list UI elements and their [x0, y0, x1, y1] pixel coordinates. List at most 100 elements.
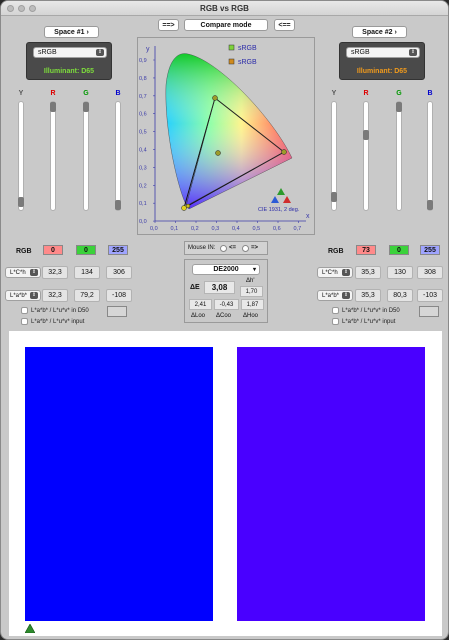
slider-thumb[interactable] — [115, 200, 121, 210]
y-axis-label: y — [146, 46, 150, 53]
x-tick-label: 0,2 — [191, 226, 199, 232]
space2-lch-c[interactable]: 130 — [387, 266, 413, 279]
mouse-left-radio[interactable] — [220, 245, 227, 252]
space2-g-value[interactable]: 0 — [389, 245, 409, 255]
space2-slider-label-r: R — [363, 90, 369, 97]
space2-lch-select[interactable]: L*C*h ⇕ — [317, 267, 353, 278]
space1-slider-label-b: B — [115, 90, 121, 97]
space1-lab-b[interactable]: -108 — [106, 289, 132, 302]
space2-lch-select-value: L*C*h — [322, 270, 338, 276]
space1-input-checkbox[interactable] — [21, 318, 28, 325]
space1-d50-label: L*a*b* / L*u*v* in D50 — [31, 308, 89, 314]
x-tick-label: 0,1 — [171, 226, 179, 232]
x-tick-label: 0,7 — [294, 226, 302, 232]
space1-profile-panel: sRGB ⇕ Illuminant: D65 — [26, 42, 112, 80]
space2-slider-y[interactable] — [331, 101, 337, 211]
title-bar: RGB vs RGB — [1, 1, 448, 16]
space1-rgb-label: RGB — [16, 248, 32, 255]
space2-button[interactable]: Space #2 › — [352, 26, 407, 38]
compare-mode-button[interactable]: Compare mode — [184, 19, 268, 31]
space2-lch-l[interactable]: 35,3 — [355, 266, 381, 279]
slider-thumb[interactable] — [83, 102, 89, 112]
chevron-updown-icon: ⇕ — [96, 49, 104, 56]
chevron-updown-icon: ⇕ — [342, 292, 350, 299]
copy-to-right-button[interactable]: ==> — [158, 19, 179, 31]
space1-slider-g[interactable] — [83, 101, 89, 211]
space1-r-value[interactable]: 0 — [43, 245, 63, 255]
delta-c-label: ΔCoo — [216, 313, 232, 319]
x-tick-label: 0,3 — [212, 226, 220, 232]
y-tick-label: 0,1 — [139, 201, 147, 207]
space2-lab-select[interactable]: L*a*b* ⇕ — [317, 290, 353, 301]
space1-d50-checkbox[interactable] — [21, 307, 28, 314]
space1-lch-c[interactable]: 134 — [74, 266, 100, 279]
legend-label-space2: sRGB — [238, 59, 257, 66]
space2-slider-r[interactable] — [363, 101, 369, 211]
space2-lab-l[interactable]: 35,3 — [355, 289, 381, 302]
space2-r-value[interactable]: 73 — [356, 245, 376, 255]
space2-lab-a[interactable]: 80,3 — [387, 289, 413, 302]
mouse-right-radio[interactable] — [242, 245, 249, 252]
mouse-in-control: Mouse IN: <= => — [184, 241, 268, 255]
legend-label-space1: sRGB — [238, 45, 257, 52]
mouse-right-label: => — [251, 245, 259, 251]
space2-input-label: L*a*b* / L*u*v* input — [342, 319, 396, 325]
delta-formula-value: DE2000 — [213, 266, 239, 273]
x-tick-label: 0,0 — [150, 226, 158, 232]
space1-button[interactable]: Space #1 › — [44, 26, 99, 38]
slider-thumb[interactable] — [427, 200, 433, 210]
space2-slider-g[interactable] — [396, 101, 402, 211]
space2-color-swatch — [237, 347, 425, 621]
slider-thumb[interactable] — [396, 102, 402, 112]
chevron-updown-icon: ⇕ — [30, 269, 38, 276]
y-tick-label: 0,5 — [139, 130, 147, 136]
slider-thumb[interactable] — [18, 197, 24, 208]
space2-rgb-label: RGB — [328, 248, 344, 255]
space2-input-box[interactable] — [419, 306, 439, 317]
primary-red-point — [281, 149, 287, 155]
space1-g-value[interactable]: 0 — [76, 245, 96, 255]
space1-lab-l[interactable]: 32,3 — [42, 289, 68, 302]
slider-thumb[interactable] — [331, 192, 337, 203]
space2-slider-label-g: G — [396, 90, 402, 97]
resize-grip-icon[interactable] — [24, 623, 36, 635]
y-tick-label: 0,3 — [139, 165, 147, 171]
space1-lch-l[interactable]: 32,3 — [42, 266, 68, 279]
space2-illuminant: Illuminant: D65 — [356, 68, 408, 75]
y-tick-label: 0,7 — [139, 94, 147, 100]
chevron-updown-icon: ⇕ — [30, 292, 38, 299]
space2-profile-select[interactable]: sRGB ⇕ — [346, 47, 420, 58]
space2-slider-b[interactable] — [427, 101, 433, 211]
space2-b-value[interactable]: 255 — [420, 245, 440, 255]
slider-thumb[interactable] — [50, 102, 56, 112]
x-tick-label: 0,4 — [232, 226, 240, 232]
copy-to-left-button[interactable]: <== — [274, 19, 295, 31]
delta-panel: DE2000 ▾ ΔE 3,08 Δh' 1,70 2,41 -0,43 1,8… — [184, 259, 268, 323]
space1-color-swatch — [25, 347, 213, 621]
x-tick-label: 0,6 — [273, 226, 281, 232]
space1-lch-h[interactable]: 306 — [106, 266, 132, 279]
slider-thumb[interactable] — [363, 130, 369, 141]
space2-lab-b[interactable]: -103 — [417, 289, 443, 302]
space2-input-checkbox[interactable] — [332, 318, 339, 325]
space1-lab-select[interactable]: L*a*b* ⇕ — [5, 290, 41, 301]
space1-slider-b[interactable] — [115, 101, 121, 211]
space1-slider-r[interactable] — [50, 101, 56, 211]
space2-lch-h[interactable]: 308 — [417, 266, 443, 279]
chevron-down-icon: ▾ — [252, 267, 256, 273]
space2-d50-checkbox[interactable] — [332, 307, 339, 314]
space1-lch-select[interactable]: L*C*h ⇕ — [5, 267, 41, 278]
delta-formula-select[interactable]: DE2000 ▾ — [192, 264, 260, 275]
space2-profile-value: sRGB — [351, 49, 370, 56]
delta-h-label: Δh' — [246, 278, 255, 284]
space1-b-value[interactable]: 255 — [108, 245, 128, 255]
space1-lab-a[interactable]: 79,2 — [74, 289, 100, 302]
legend-swatch-space1 — [228, 44, 235, 51]
delta-l-label: ΔLoo — [191, 313, 206, 319]
space1-input-box[interactable] — [107, 306, 127, 317]
space1-profile-select[interactable]: sRGB ⇕ — [33, 47, 107, 58]
space1-profile-value: sRGB — [38, 49, 57, 56]
delta-h-value: 1,70 — [240, 286, 263, 297]
space1-slider-y[interactable] — [18, 101, 24, 211]
swatch-area — [9, 331, 442, 636]
